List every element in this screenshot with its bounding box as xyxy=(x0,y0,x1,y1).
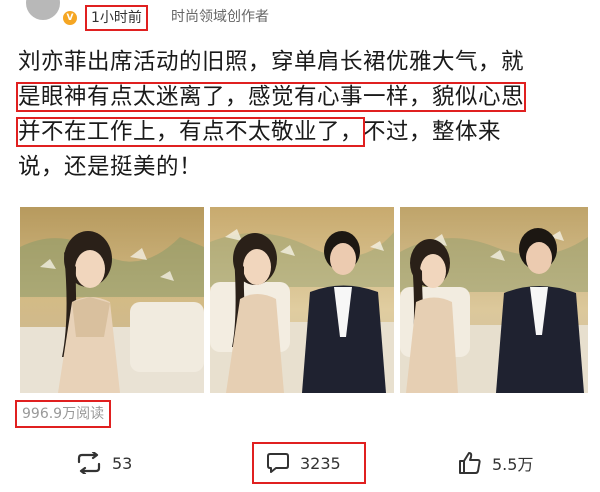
repost-button[interactable]: 53 xyxy=(76,440,132,486)
post-line-3: 并不在工作上，有点不太敬业了，不过，整体来 xyxy=(15,116,588,151)
read-count: 996.9万阅读 xyxy=(15,400,112,428)
like-count: 5.5万 xyxy=(492,455,534,474)
post-line-4: 说，还是挺美的！ xyxy=(18,154,203,180)
repost-count: 53 xyxy=(112,453,133,473)
highlighted-text-1: 是眼神有点太迷离了，感觉有心事一样，貌似心思 xyxy=(15,82,527,112)
post-line-3-rest: 不过，整体来 xyxy=(363,119,502,145)
highlighted-text-2: 并不在工作上，有点不太敬业了， xyxy=(15,117,366,147)
thumbs-up-icon xyxy=(459,452,481,474)
post-time: 1小时前 xyxy=(85,5,148,31)
action-bar: 53 3235 5.5万 xyxy=(0,440,600,488)
post-line-2: 是眼神有点太迷离了，感觉有心事一样，貌似心思 xyxy=(15,81,588,116)
photo-2[interactable] xyxy=(210,207,394,393)
author-tag[interactable]: 时尚领域创作者 xyxy=(171,5,269,29)
comment-count: 3235 xyxy=(300,453,341,473)
author-avatar[interactable] xyxy=(26,0,60,20)
photo-1[interactable] xyxy=(20,207,204,393)
photo-3[interactable] xyxy=(400,207,588,393)
verified-badge-icon: V xyxy=(62,10,78,26)
repost-icon xyxy=(77,452,101,474)
photo-grid xyxy=(20,207,588,393)
comment-icon xyxy=(267,453,289,473)
comment-button[interactable]: 3235 xyxy=(252,442,366,484)
like-button[interactable]: 5.5万 xyxy=(458,440,533,486)
post-body: 刘亦菲出席活动的旧照，穿单肩长裙优雅大气，就 是眼神有点太迷离了，感觉有心事一样… xyxy=(15,46,588,186)
post-line-1: 刘亦菲出席活动的旧照，穿单肩长裙优雅大气，就 xyxy=(18,49,525,75)
post-header: V 1小时前 时尚领域创作者 xyxy=(0,0,600,34)
